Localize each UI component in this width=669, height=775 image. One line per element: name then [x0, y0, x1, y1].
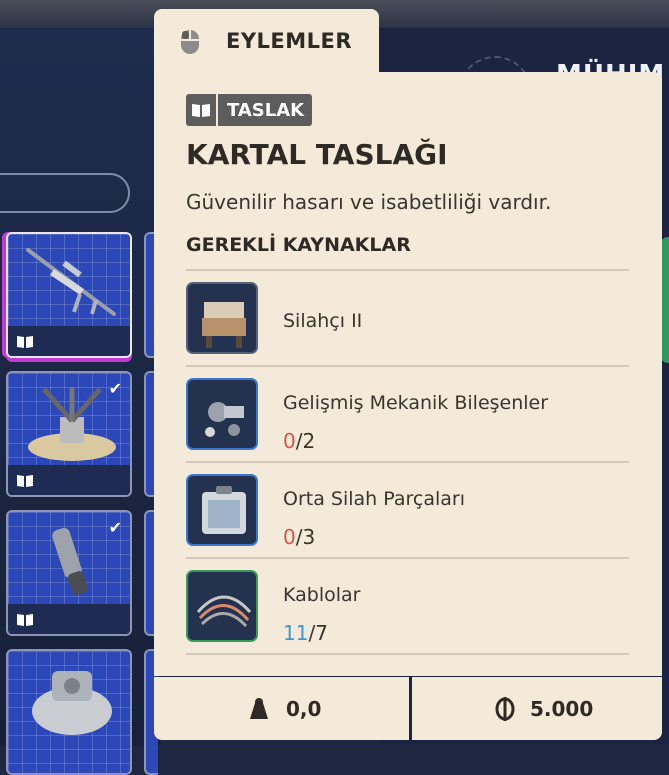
- item-description: Güvenilir hasarı ve isabetliliği vardır.: [186, 190, 552, 214]
- blueprint-badge-label: TASLAK: [227, 99, 305, 121]
- cables-icon: [186, 570, 258, 642]
- item-title: KARTAL TASLAĞI: [186, 138, 448, 171]
- requirement-row[interactable]: Kablolar 11/7: [186, 570, 629, 666]
- weight-value: 0,0: [286, 696, 322, 721]
- requirement-row[interactable]: Orta Silah Parçaları 0/3: [186, 474, 629, 570]
- book-icon: [17, 336, 33, 348]
- actions-tab[interactable]: EYLEMLER: [154, 9, 379, 75]
- inventory-tile-turret-gadget[interactable]: ✔: [6, 371, 132, 497]
- coin-icon: [495, 696, 515, 721]
- checkmark-icon: ✔: [108, 379, 122, 398]
- blueprint-badge: TASLAK: [186, 94, 313, 126]
- divider: [186, 269, 629, 271]
- weight-section: 0,0: [154, 677, 409, 740]
- book-icon: [17, 614, 33, 626]
- weight-icon: [250, 697, 268, 719]
- workbench-icon: [186, 282, 258, 354]
- inventory-tile-sniper-rifle[interactable]: [6, 232, 132, 358]
- checkmark-icon: ✔: [108, 518, 122, 537]
- blueprint-detail-panel: TASLAK KARTAL TASLAĞI Güvenilir hasarı v…: [154, 72, 662, 676]
- barrel-part-icon: [52, 528, 88, 595]
- divider: [186, 557, 629, 559]
- requirement-row[interactable]: Gelişmiş Mekanik Bileşenler 0/2: [186, 378, 629, 474]
- divider: [186, 653, 629, 655]
- weapon-parts-case-icon: [186, 474, 258, 546]
- sniper-rifle-icon: [26, 248, 116, 316]
- requirement-name: Orta Silah Parçaları: [283, 488, 465, 510]
- requirement-count: 11/7: [283, 621, 328, 645]
- mechanical-parts-icon: [186, 378, 258, 450]
- machine-part-icon: [32, 671, 112, 735]
- book-icon: [17, 475, 33, 487]
- turret-gadget-icon: [28, 387, 116, 461]
- requirements-header: GEREKLİ KAYNAKLAR: [186, 234, 411, 256]
- divider: [186, 365, 629, 367]
- price-value: 5.000: [530, 696, 594, 721]
- inventory-tile-machine-part[interactable]: [6, 649, 132, 775]
- requirement-name: Silahçı II: [283, 310, 363, 332]
- requirement-count: 0/3: [283, 525, 316, 549]
- mouse-icon: [181, 30, 199, 54]
- price-section: 5.000: [412, 677, 662, 740]
- actions-tab-label: EYLEMLER: [226, 29, 353, 53]
- requirement-name: Kablolar: [283, 584, 361, 606]
- divider: [186, 461, 629, 463]
- search-field[interactable]: [0, 173, 130, 213]
- requirement-row[interactable]: Silahçı II: [186, 282, 629, 378]
- inventory-tile-barrel-part[interactable]: ✔: [6, 510, 132, 636]
- requirement-count: 0/2: [283, 429, 316, 453]
- book-icon: [192, 104, 210, 117]
- requirement-name: Gelişmiş Mekanik Bileşenler: [283, 392, 549, 414]
